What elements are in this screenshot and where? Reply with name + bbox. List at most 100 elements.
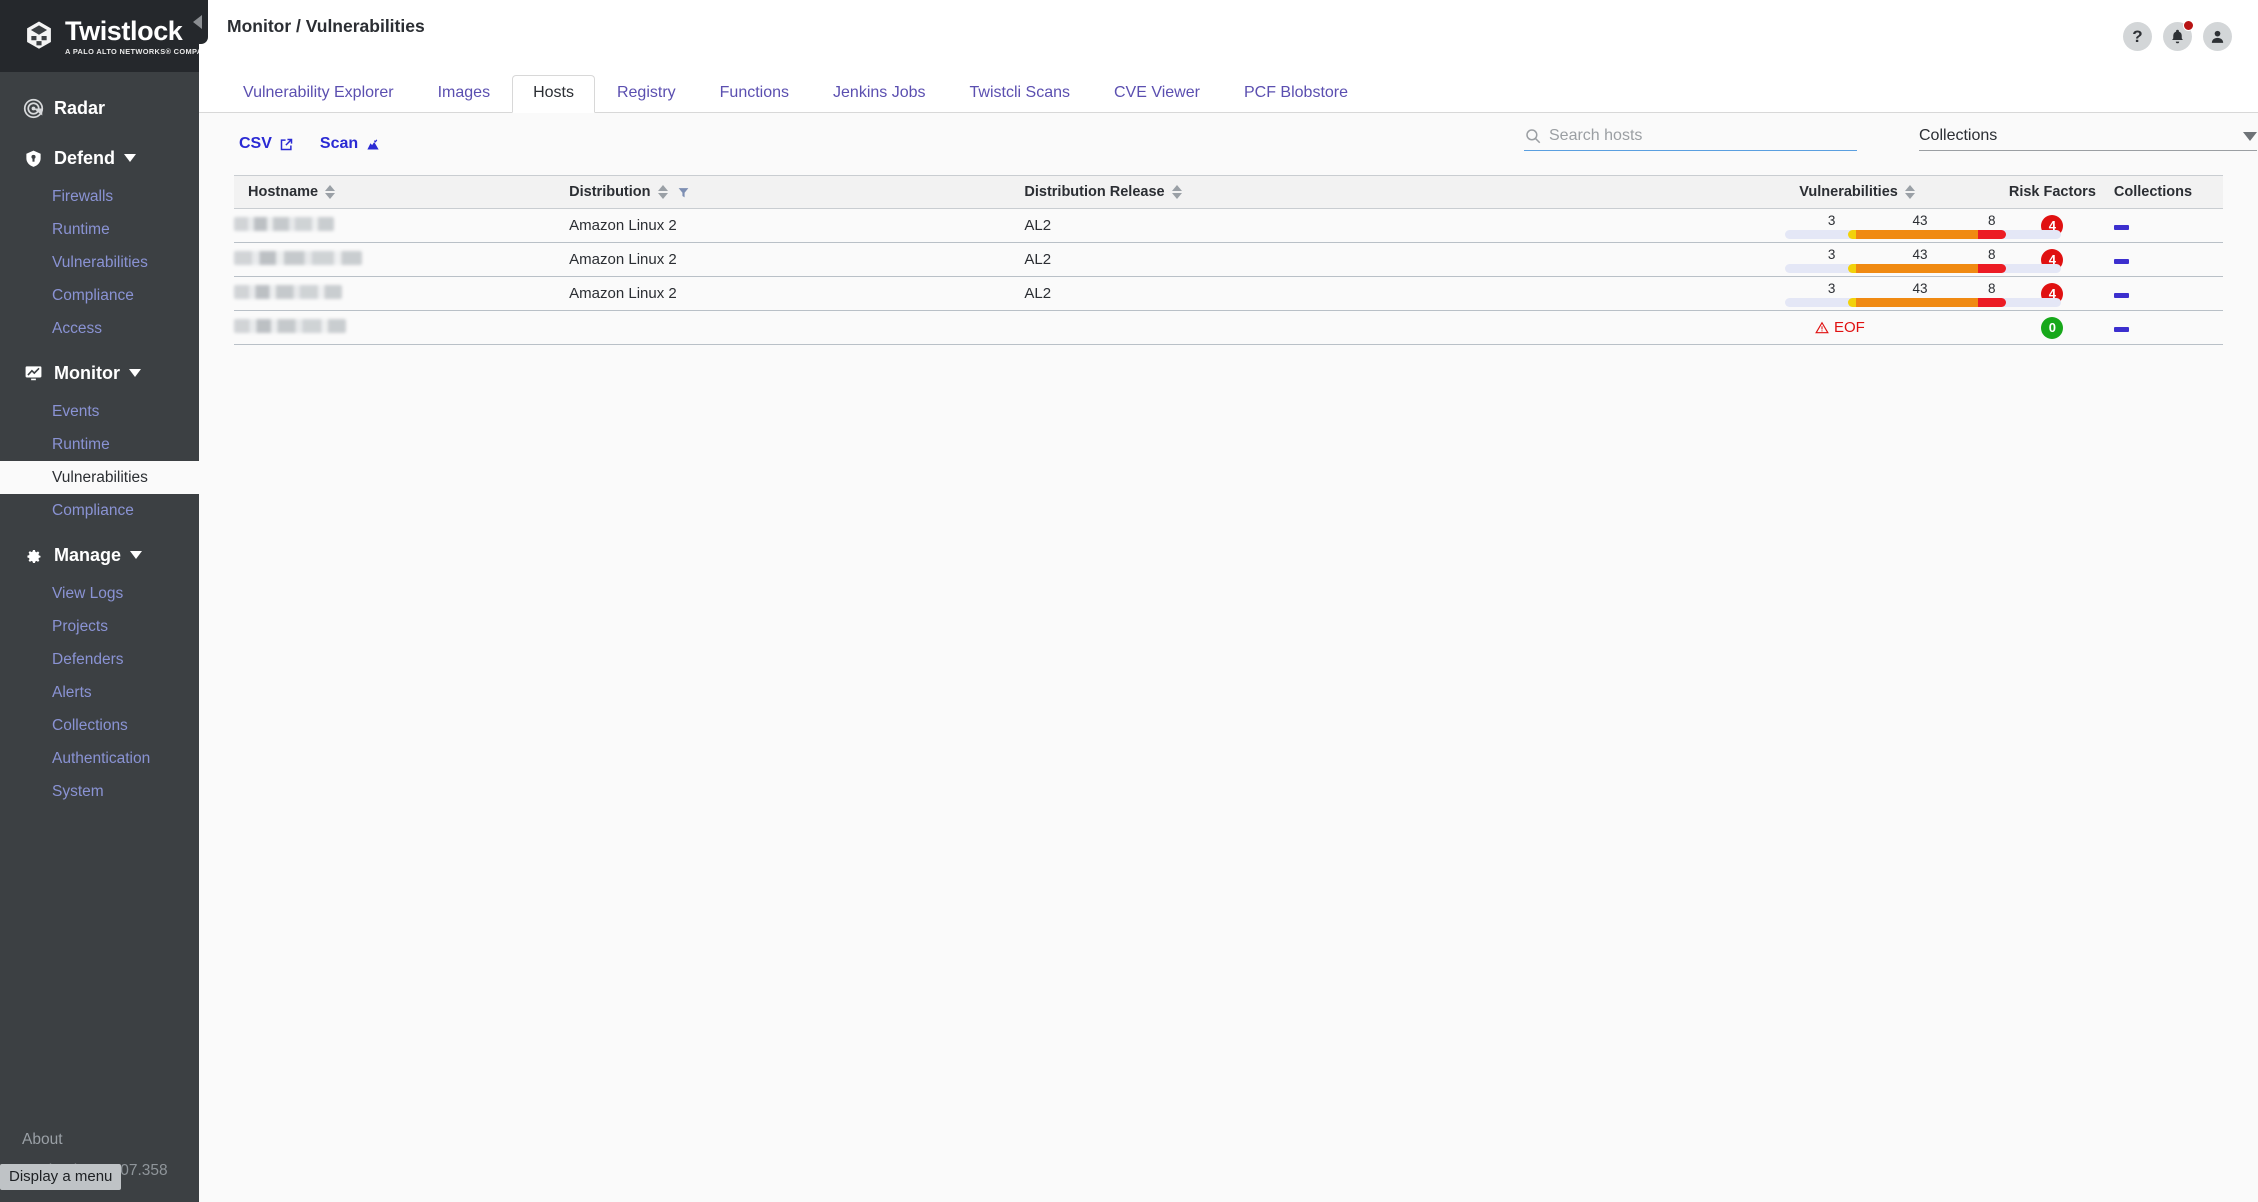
- sidebar-item-manage-defenders[interactable]: Defenders: [0, 643, 199, 676]
- scan-button[interactable]: Scan: [320, 135, 381, 153]
- vulnerability-bar-track: [1785, 264, 2061, 273]
- column-header-vulnerabilities[interactable]: Vulnerabilities: [1785, 176, 1995, 209]
- top-header: Monitor / Vulnerabilities ?: [199, 0, 2258, 77]
- redacted-hostname: [234, 251, 362, 265]
- sidebar-item-defend[interactable]: Defend: [0, 136, 199, 180]
- user-menu-button[interactable]: [2203, 22, 2232, 51]
- sidebar-item-monitor-events[interactable]: Events: [0, 395, 199, 428]
- notifications-button[interactable]: [2163, 22, 2192, 51]
- breadcrumb: Monitor / Vulnerabilities: [199, 0, 425, 37]
- tab-jenkins-jobs[interactable]: Jenkins Jobs: [811, 84, 948, 112]
- sort-icon[interactable]: [658, 185, 668, 199]
- table-header-row: Hostname Distribution: [234, 176, 2223, 209]
- user-avatar-icon: [2209, 28, 2226, 45]
- column-header-collections: Collections: [2110, 176, 2223, 209]
- scan-label: Scan: [320, 135, 358, 153]
- sidebar-item-manage-view-logs[interactable]: View Logs: [0, 577, 199, 610]
- cell-hostname[interactable]: [234, 209, 569, 243]
- sidebar-item-defend-access[interactable]: Access: [0, 312, 199, 345]
- cell-vulnerabilities: 3438: [1785, 209, 1995, 243]
- sidebar-item-monitor-compliance[interactable]: Compliance: [0, 494, 199, 527]
- tab-hosts[interactable]: Hosts: [512, 75, 595, 113]
- column-header-distribution[interactable]: Distribution: [569, 176, 1024, 209]
- collections-dropdown-label: Collections: [1919, 127, 1997, 145]
- cell-hostname[interactable]: [234, 243, 569, 277]
- column-label-distribution: Distribution: [569, 184, 650, 200]
- sidebar-item-manage-authentication[interactable]: Authentication: [0, 742, 199, 775]
- cell-collections: [2110, 209, 2223, 243]
- sidebar-collapse-button[interactable]: [186, 0, 208, 44]
- table-row[interactable]: Amazon Linux 2AL234384: [234, 277, 2223, 311]
- sidebar-item-defend-runtime[interactable]: Runtime: [0, 213, 199, 246]
- vulnerability-bar-track: [1785, 230, 2061, 239]
- vulnerability-bar: 3438: [1785, 213, 2061, 239]
- redacted-hostname: [234, 319, 346, 333]
- notification-badge-dot: [2183, 20, 2194, 31]
- sidebar-item-radar[interactable]: Radar: [0, 86, 199, 130]
- cell-distribution: Amazon Linux 2: [569, 243, 1024, 277]
- brand-tagline: A PALO ALTO NETWORKS® COMPANY: [65, 47, 213, 56]
- vulnerability-count-label: 43: [1912, 213, 1927, 228]
- sidebar-label-monitor: Monitor: [54, 363, 120, 384]
- help-icon: ?: [2132, 28, 2142, 45]
- collection-dash-icon: [2114, 259, 2129, 264]
- external-link-icon: [279, 137, 294, 152]
- cell-distribution: Amazon Linux 2: [569, 277, 1024, 311]
- sidebar-item-manage-alerts[interactable]: Alerts: [0, 676, 199, 709]
- cell-hostname[interactable]: [234, 277, 569, 311]
- bar-offset-spacer: [1785, 230, 1848, 239]
- search-input[interactable]: [1549, 127, 1857, 145]
- filter-icon[interactable]: [677, 186, 690, 199]
- tab-pcf-blobstore[interactable]: PCF Blobstore: [1222, 84, 1370, 112]
- vulnerability-count-label: 8: [1988, 247, 1996, 262]
- sidebar-label-defend: Defend: [54, 148, 115, 169]
- vulnerability-counts: 3438: [1785, 213, 2061, 228]
- sort-icon[interactable]: [1172, 185, 1182, 199]
- redacted-hostname: [234, 285, 342, 299]
- tab-cve-viewer[interactable]: CVE Viewer: [1092, 84, 1222, 112]
- vulnerability-count-label: 3: [1828, 213, 1836, 228]
- sidebar-item-monitor[interactable]: Monitor: [0, 351, 199, 395]
- column-header-hostname[interactable]: Hostname: [234, 176, 569, 209]
- tab-twistcli-scans[interactable]: Twistcli Scans: [948, 84, 1092, 112]
- column-header-distribution-release[interactable]: Distribution Release: [1024, 176, 1784, 209]
- cell-vulnerabilities: EOF: [1785, 311, 1995, 345]
- chevron-down-icon: [2243, 132, 2257, 141]
- nav-group-radar: Radar: [0, 86, 199, 130]
- sidebar-item-manage-projects[interactable]: Projects: [0, 610, 199, 643]
- sidebar-item-monitor-runtime[interactable]: Runtime: [0, 428, 199, 461]
- sidebar-item-monitor-vulnerabilities[interactable]: Vulnerabilities: [0, 461, 199, 494]
- sort-icon[interactable]: [1905, 185, 1915, 199]
- collections-dropdown[interactable]: Collections: [1919, 127, 2257, 151]
- search-icon: [1524, 127, 1542, 145]
- sidebar-item-defend-vulnerabilities[interactable]: Vulnerabilities: [0, 246, 199, 279]
- tab-registry[interactable]: Registry: [595, 84, 698, 112]
- sidebar: Twistlock A PALO ALTO NETWORKS® COMPANY: [0, 0, 199, 1202]
- help-button[interactable]: ?: [2123, 22, 2152, 51]
- tab-vulnerability-explorer[interactable]: Vulnerability Explorer: [221, 84, 416, 112]
- column-header-risk-factors: Risk Factors: [1995, 176, 2110, 209]
- bar-offset-spacer: [1785, 298, 1848, 307]
- table-body: Amazon Linux 2AL234384Amazon Linux 2AL23…: [234, 209, 2223, 345]
- table-row[interactable]: Amazon Linux 2AL234384: [234, 209, 2223, 243]
- tab-functions[interactable]: Functions: [698, 84, 811, 112]
- column-label-collections: Collections: [2114, 184, 2192, 200]
- sidebar-item-about[interactable]: About: [22, 1124, 199, 1156]
- search-hosts-field[interactable]: [1524, 127, 1857, 151]
- shield-icon: [22, 147, 44, 169]
- cell-hostname[interactable]: [234, 311, 569, 345]
- sidebar-item-defend-firewalls[interactable]: Firewalls: [0, 180, 199, 213]
- csv-export-button[interactable]: CSV: [239, 135, 294, 153]
- sidebar-item-defend-compliance[interactable]: Compliance: [0, 279, 199, 312]
- sidebar-item-manage-collections[interactable]: Collections: [0, 709, 199, 742]
- table-row[interactable]: EOF 0: [234, 311, 2223, 345]
- cell-distribution-release: AL2: [1024, 277, 1784, 311]
- sort-icon[interactable]: [325, 185, 335, 199]
- vulnerability-bar: 3438: [1785, 247, 2061, 273]
- cell-risk-factors[interactable]: 0: [1995, 311, 2110, 345]
- table-row[interactable]: Amazon Linux 2AL234384: [234, 243, 2223, 277]
- sidebar-item-manage[interactable]: Manage: [0, 533, 199, 577]
- tab-images[interactable]: Images: [416, 84, 512, 112]
- risk-factor-badge[interactable]: 0: [2041, 317, 2063, 339]
- sidebar-item-manage-system[interactable]: System: [0, 775, 199, 808]
